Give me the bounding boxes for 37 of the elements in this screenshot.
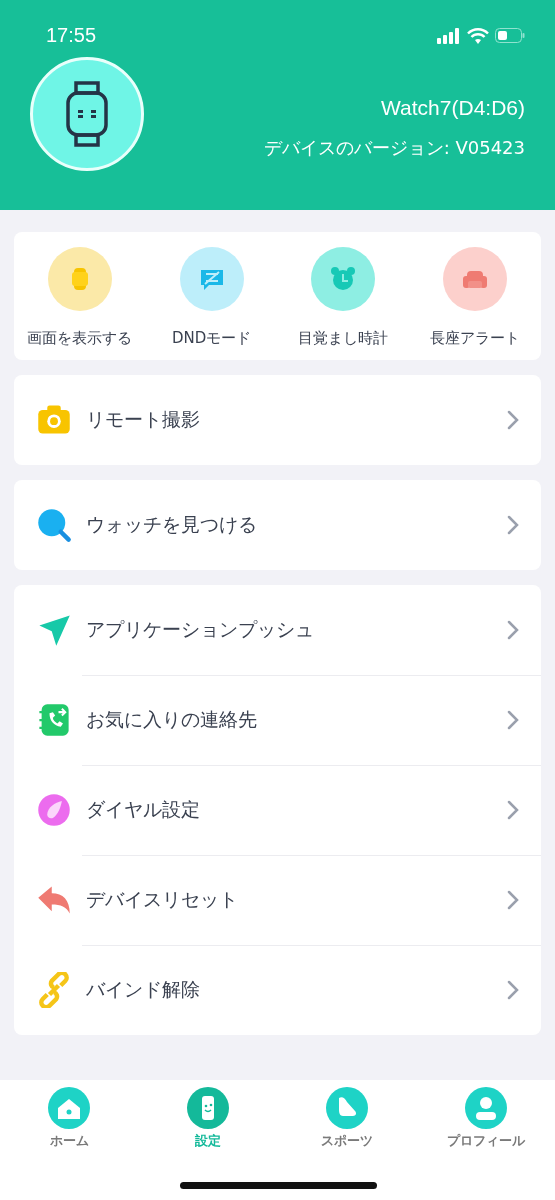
chevron-icon: [507, 620, 519, 640]
device-name: Watch7(D4:D6): [381, 96, 525, 120]
tab-icon: [47, 1086, 92, 1130]
setting-item[interactable]: お気に入りの連絡先: [86, 707, 493, 733]
setting-icon: [36, 612, 72, 648]
quick-action-label[interactable]: DNDモード: [171, 329, 252, 348]
setting-icon: [36, 972, 72, 1008]
wifi-icon: [467, 27, 489, 44]
tab-icon: [324, 1086, 369, 1130]
setting-item[interactable]: バインド解除: [86, 977, 493, 1003]
chevron-icon: [507, 800, 519, 820]
status-time: 17:55: [46, 24, 97, 47]
chevron-icon: [507, 515, 519, 535]
setting-item[interactable]: アプリケーションプッシュ: [86, 617, 493, 643]
chevron-icon: [507, 710, 519, 730]
setting-item[interactable]: デバイスリセット: [86, 887, 493, 913]
tab-icon: [463, 1086, 508, 1130]
quick-action-label[interactable]: 長座アラート: [430, 329, 521, 348]
tab-item[interactable]: スポーツ: [286, 1086, 407, 1150]
setting-icon: [36, 792, 72, 828]
chevron-icon: [507, 980, 519, 1000]
battery-icon: [495, 28, 525, 43]
setting-icon: [36, 507, 72, 543]
device-version: デバイスのバージョン: V05423: [263, 136, 525, 160]
tab-item[interactable]: ホーム: [9, 1086, 130, 1150]
signal-icon: [437, 27, 461, 44]
setting-item[interactable]: ダイヤル設定: [86, 797, 493, 823]
quick-action-label[interactable]: 目覚まし時計: [298, 329, 389, 348]
quick-action-label[interactable]: 画面を表示する: [27, 329, 133, 348]
chevron-icon: [507, 410, 519, 430]
watch-icon: [65, 81, 109, 147]
setting-icon: [36, 702, 72, 738]
setting-item[interactable]: ウォッチを見つける: [86, 512, 493, 538]
setting-item[interactable]: リモート撮影: [86, 407, 493, 433]
chevron-icon: [507, 890, 519, 910]
tab-icon: [186, 1086, 231, 1130]
tab-item[interactable]: プロフィール: [425, 1086, 546, 1150]
